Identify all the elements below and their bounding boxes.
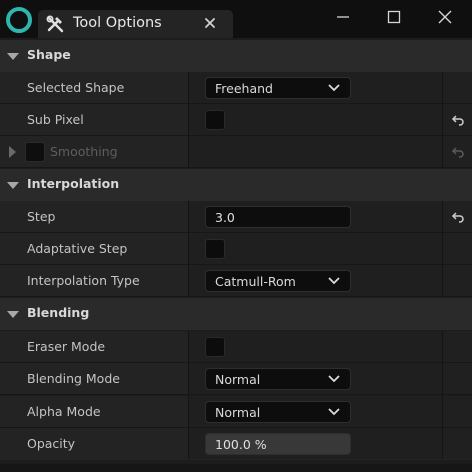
row-divider	[0, 394, 472, 395]
property-label: Smoothing	[50, 144, 118, 159]
selected-shape-dropdown[interactable]: Freehand	[205, 77, 351, 99]
property-label: Blending Mode	[27, 371, 120, 386]
sub-pixel-checkbox[interactable]	[205, 110, 225, 130]
tools-icon	[46, 15, 64, 33]
value-cell: Freehand	[188, 72, 442, 103]
property-label: Selected Shape	[27, 80, 125, 95]
property-label: Interpolation Type	[27, 273, 140, 288]
property-row-sub-pixel: Sub Pixel	[0, 104, 472, 136]
blending-mode-dropdown[interactable]: Normal	[205, 368, 351, 390]
collapse-arrow-icon[interactable]	[7, 53, 19, 60]
value-cell	[188, 104, 442, 135]
property-row-eraser-mode: Eraser Mode	[0, 331, 472, 363]
alpha-mode-dropdown[interactable]: Normal	[205, 401, 351, 423]
section-label: Shape	[27, 47, 71, 62]
interpolation-type-dropdown[interactable]: Catmull-Rom	[205, 270, 351, 292]
property-row-alpha-mode: Alpha Mode Normal	[0, 396, 472, 428]
reset-cell	[442, 265, 472, 296]
reset-button[interactable]	[442, 104, 472, 135]
property-row-opacity: Opacity 100.0 %	[0, 428, 472, 460]
value-cell	[188, 233, 442, 264]
tab-close-icon[interactable]	[201, 14, 219, 32]
property-label: Opacity	[27, 436, 76, 451]
smoothing-checkbox	[25, 142, 45, 162]
details-panel: Shape Selected Shape Freehand Sub Pixel …	[0, 38, 472, 472]
property-label: Alpha Mode	[27, 404, 101, 419]
reset-cell	[442, 72, 472, 103]
row-divider	[0, 167, 472, 168]
section-header-interpolation[interactable]: Interpolation	[0, 169, 472, 201]
chevron-down-icon	[328, 84, 340, 92]
reset-cell	[442, 363, 472, 394]
reset-cell	[442, 233, 472, 264]
property-row-selected-shape: Selected Shape Freehand	[0, 72, 472, 104]
property-row-blending-mode: Blending Mode Normal	[0, 363, 472, 395]
app-logo-icon[interactable]	[6, 7, 32, 33]
opacity-value: 100.0 %	[215, 437, 267, 452]
property-row-interpolation-type: Interpolation Type Catmull-Rom	[0, 265, 472, 297]
chevron-down-icon	[328, 277, 340, 285]
chevron-down-icon	[328, 408, 340, 416]
property-label: Eraser Mode	[27, 339, 106, 354]
section-label: Interpolation	[27, 176, 120, 191]
expand-arrow-icon[interactable]	[9, 146, 16, 158]
row-divider	[0, 296, 472, 297]
dropdown-value: Normal	[215, 372, 261, 387]
value-cell	[188, 136, 442, 167]
reset-cell	[442, 428, 472, 459]
value-cell	[188, 331, 442, 362]
dropdown-value: Freehand	[215, 81, 273, 96]
reset-arrow-icon	[451, 211, 464, 223]
value-cell: Normal	[188, 396, 442, 427]
maximize-icon[interactable]	[379, 4, 409, 30]
section-label: Blending	[27, 305, 90, 320]
section-header-blending[interactable]: Blending	[0, 298, 472, 330]
panel-bottom-edge	[0, 464, 472, 472]
step-input[interactable]: 3.0	[205, 206, 351, 228]
reset-button[interactable]	[442, 201, 472, 232]
value-cell: Normal	[188, 363, 442, 394]
opacity-slider[interactable]: 100.0 %	[205, 433, 351, 455]
property-row-adaptative-step: Adaptative Step	[0, 233, 472, 265]
value-cell: 100.0 %	[188, 428, 442, 459]
collapse-arrow-icon[interactable]	[7, 182, 19, 189]
reset-arrow-icon	[451, 114, 464, 126]
property-label: Step	[27, 209, 56, 224]
property-row-smoothing: Smoothing	[0, 136, 472, 168]
chevron-down-icon	[328, 375, 340, 383]
property-label: Adaptative Step	[27, 241, 128, 256]
adaptative-step-checkbox[interactable]	[205, 239, 225, 259]
property-row-step: Step 3.0	[0, 201, 472, 233]
section-header-shape[interactable]: Shape	[0, 40, 472, 72]
property-label: Sub Pixel	[27, 112, 84, 127]
tab-title: Tool Options	[73, 15, 162, 31]
reset-arrow-icon	[451, 146, 464, 158]
value-cell: 3.0	[188, 201, 442, 232]
dropdown-value: Normal	[215, 405, 261, 420]
value-cell: Catmull-Rom	[188, 265, 442, 296]
tab-tool-options[interactable]: Tool Options	[38, 10, 233, 38]
dropdown-value: Catmull-Rom	[215, 274, 296, 289]
reset-button	[442, 136, 472, 167]
close-icon[interactable]	[430, 4, 460, 30]
step-value: 3.0	[215, 210, 235, 225]
reset-cell	[442, 331, 472, 362]
reset-cell	[442, 396, 472, 427]
minimize-icon[interactable]	[328, 4, 358, 30]
title-bar: Tool Options	[0, 0, 472, 38]
eraser-mode-checkbox[interactable]	[205, 337, 225, 357]
collapse-arrow-icon[interactable]	[7, 311, 19, 318]
